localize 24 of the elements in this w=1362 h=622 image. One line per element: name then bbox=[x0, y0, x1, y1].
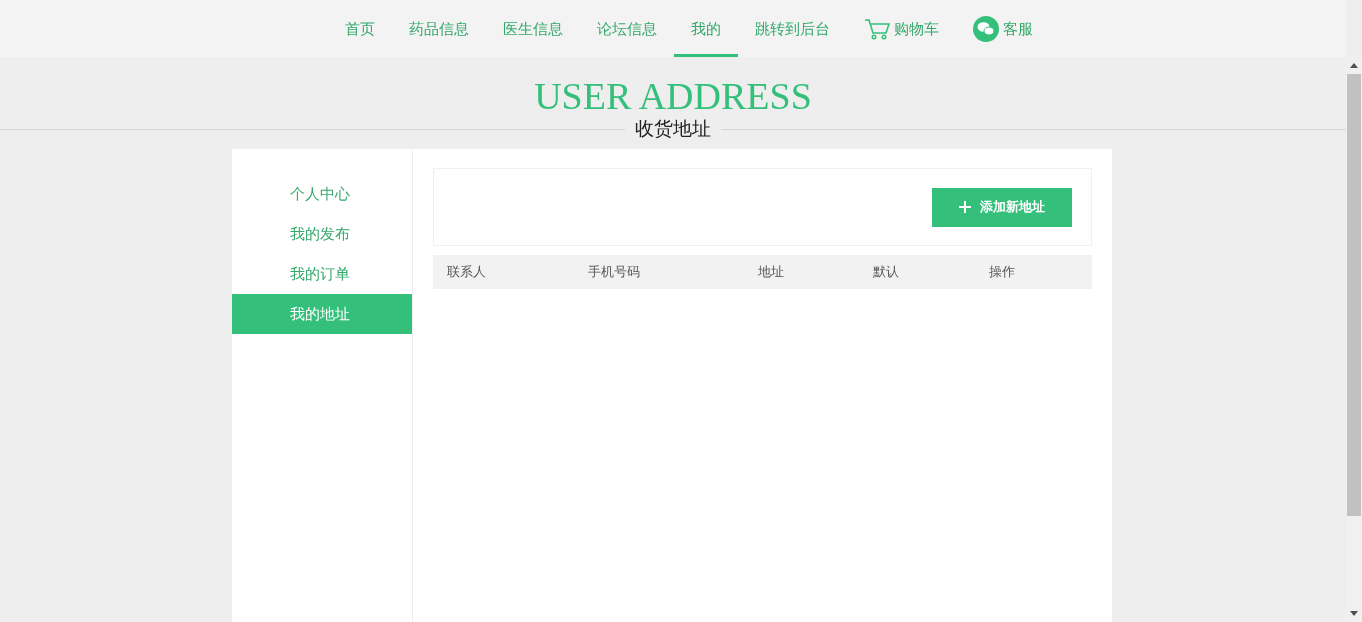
nav-link[interactable]: 药品信息 bbox=[392, 0, 486, 57]
add-address-button[interactable]: 添加新地址 bbox=[932, 187, 1072, 227]
page-subtitle: 收货地址 bbox=[634, 116, 712, 141]
column-header: 操作 bbox=[988, 263, 1016, 281]
sidebar-item[interactable]: 个人中心 bbox=[232, 174, 412, 214]
sidebar-item[interactable]: 我的发布 bbox=[232, 214, 412, 254]
sidebar-item[interactable]: 我的地址 bbox=[232, 294, 412, 334]
nav-link[interactable]: 客服 bbox=[956, 0, 1050, 57]
plus-icon bbox=[959, 201, 971, 213]
nav-link[interactable]: 论坛信息 bbox=[580, 0, 674, 57]
scrollbar-thumb[interactable] bbox=[1347, 74, 1361, 516]
column-header: 默认 bbox=[872, 263, 900, 281]
nav-link[interactable]: 我的 bbox=[674, 0, 738, 57]
nav-link[interactable]: 购物车 bbox=[847, 0, 956, 57]
shopping-cart-icon bbox=[864, 18, 890, 40]
nav-link[interactable]: 医生信息 bbox=[486, 0, 580, 57]
nav-link[interactable]: 首页 bbox=[328, 0, 392, 57]
column-header: 手机号码 bbox=[587, 263, 641, 281]
page-title: USER ADDRESS bbox=[533, 75, 813, 117]
nav-link[interactable]: 跳转到后台 bbox=[738, 0, 847, 57]
sidebar-item[interactable]: 我的订单 bbox=[232, 254, 412, 294]
column-header: 联系人 bbox=[446, 263, 487, 281]
chat-bubbles-icon bbox=[973, 16, 999, 42]
column-header: 地址 bbox=[757, 263, 785, 281]
